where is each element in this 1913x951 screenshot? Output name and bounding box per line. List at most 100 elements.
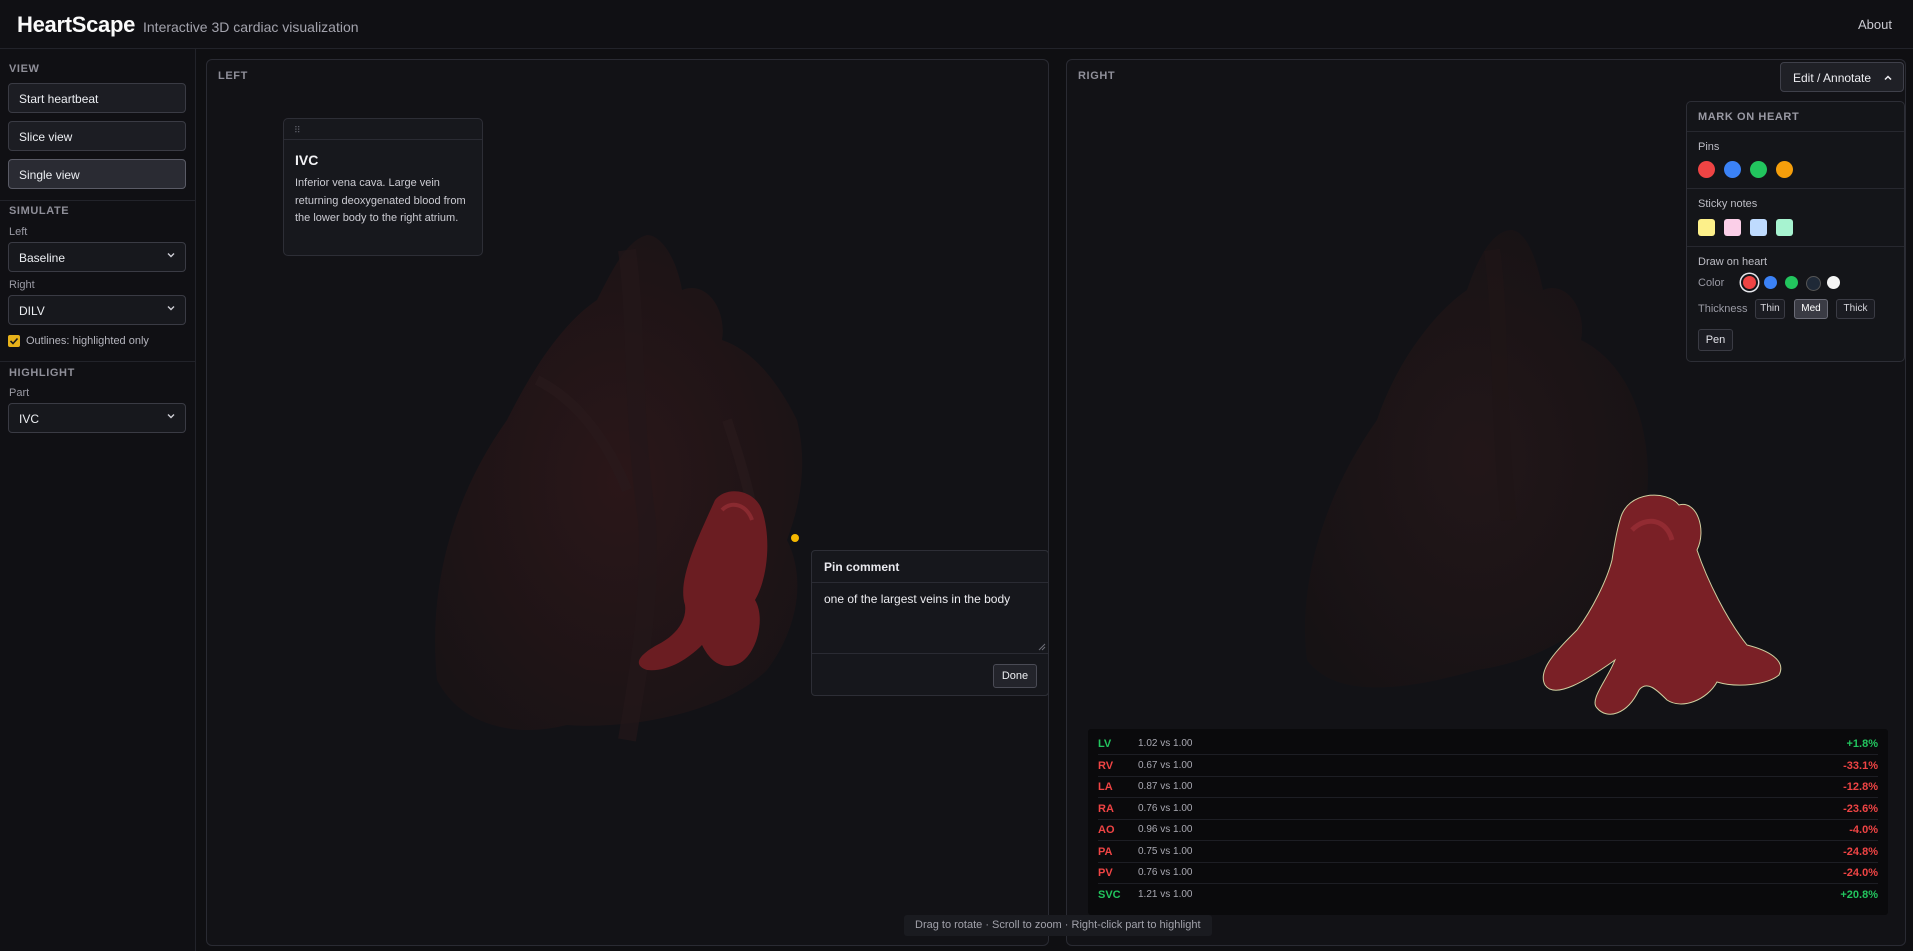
part-value: IVC xyxy=(19,412,40,426)
stats-ratio: 0.96 vs 1.00 xyxy=(1138,824,1193,835)
pin-color-swatch[interactable] xyxy=(1724,161,1741,178)
simulate-section-title: SIMULATE xyxy=(9,205,70,217)
stats-row: PV 0.76 vs 1.00 -24.0% xyxy=(1088,863,1888,884)
pin-comment-title: Pin comment xyxy=(824,560,900,574)
stats-percent: +1.8% xyxy=(1846,738,1879,750)
stats-percent: -4.0% xyxy=(1849,824,1878,836)
left-model-select[interactable]: Baseline xyxy=(8,242,186,272)
annotate-title: MARK ON HEART xyxy=(1698,111,1800,123)
slice-view-button[interactable]: Slice view xyxy=(8,121,186,151)
sticky-note-swatch[interactable] xyxy=(1750,219,1767,236)
edit-annotate-button[interactable]: Edit / Annotate xyxy=(1780,62,1904,92)
left-model-value: Baseline xyxy=(19,251,66,265)
chevron-down-icon xyxy=(167,414,175,419)
controls-hint: Drag to rotate · Scroll to zoom · Right-… xyxy=(904,915,1212,936)
divider xyxy=(1687,246,1904,247)
thickness-thick-button[interactable]: Thick xyxy=(1836,299,1875,319)
pin-color-swatch[interactable] xyxy=(1698,161,1715,178)
outlines-checkbox[interactable] xyxy=(8,335,20,347)
divider xyxy=(812,582,1048,583)
stats-percent: -23.6% xyxy=(1843,802,1878,815)
sticky-notes-label: Sticky notes xyxy=(1698,198,1758,210)
color-label: Color xyxy=(1698,277,1725,289)
check-icon xyxy=(9,337,19,345)
stats-percent: -12.8% xyxy=(1843,781,1878,793)
stats-part-key: AO xyxy=(1098,824,1115,836)
resize-handle-icon[interactable] xyxy=(1038,643,1046,651)
pen-tool-button[interactable]: Pen xyxy=(1698,329,1733,351)
stats-row: AO 0.96 vs 1.00 -4.0% xyxy=(1088,820,1888,841)
draw-color-swatch[interactable] xyxy=(1827,276,1840,289)
stats-part-key: PA xyxy=(1098,845,1113,858)
chevron-down-icon xyxy=(167,253,175,258)
thickness-med-button[interactable]: Med xyxy=(1794,299,1828,319)
divider xyxy=(0,361,195,362)
left-viewport[interactable]: LEFT ⠿ IVC Inferior vena cava. Large vei… xyxy=(206,59,1049,946)
stats-row: PA 0.75 vs 1.00 -24.8% xyxy=(1088,842,1888,863)
stats-part-key: LA xyxy=(1098,781,1113,793)
stats-ratio: 0.75 vs 1.00 xyxy=(1138,845,1193,857)
stats-part-key: PV xyxy=(1098,867,1113,879)
part-select[interactable]: IVC xyxy=(8,403,186,433)
chevron-up-icon xyxy=(1884,75,1892,81)
stats-part-key: SVC xyxy=(1098,888,1121,901)
divider xyxy=(1687,131,1904,132)
stats-ratio: 0.76 vs 1.00 xyxy=(1138,867,1193,878)
divider xyxy=(284,139,482,140)
highlight-section-title: HIGHLIGHT xyxy=(9,367,75,379)
part-info-description: Inferior vena cava. Large vein returning… xyxy=(295,177,466,224)
outlines-label: Outlines: highlighted only xyxy=(26,335,149,347)
thickness-thin-button[interactable]: Thin xyxy=(1755,299,1785,319)
volume-stats-table: LV 1.02 vs 1.00 +1.8% RV 0.67 vs 1.00 -33.1% L… xyxy=(1088,729,1888,915)
pins-label: Pins xyxy=(1698,141,1720,153)
stats-row: SVC 1.21 vs 1.00 +20.8% xyxy=(1088,885,1888,906)
stats-part-key: RV xyxy=(1098,759,1114,772)
part-info-title: IVC xyxy=(295,152,319,168)
chevron-down-icon xyxy=(167,306,175,311)
right-model-select[interactable]: DILV xyxy=(8,295,186,325)
app-tagline: Interactive 3D cardiac visualization xyxy=(143,19,359,35)
right-model-value: DILV xyxy=(19,304,45,318)
stats-row: RA 0.76 vs 1.00 -23.6% xyxy=(1088,799,1888,820)
left-model-label: Left xyxy=(9,226,28,238)
done-button[interactable]: Done xyxy=(993,664,1037,688)
divider xyxy=(812,653,1048,654)
draw-on-heart-label: Draw on heart xyxy=(1698,256,1768,268)
single-view-button[interactable]: Single view xyxy=(8,159,186,189)
app-header: HeartScape Interactive 3D cardiac visual… xyxy=(0,0,1913,49)
pin-comment-textarea[interactable]: one of the largest veins in the body xyxy=(824,592,1038,642)
sticky-note-swatch[interactable] xyxy=(1776,219,1793,236)
view-section-title: VIEW xyxy=(9,63,40,75)
edit-annotate-label: Edit / Annotate xyxy=(1793,71,1872,85)
draw-color-swatch[interactable] xyxy=(1785,276,1798,289)
stats-row: LV 1.02 vs 1.00 +1.8% xyxy=(1088,734,1888,755)
draw-color-swatch[interactable] xyxy=(1764,276,1777,289)
pin-marker[interactable] xyxy=(791,534,799,542)
stats-percent: -33.1% xyxy=(1843,759,1878,772)
drag-handle-icon[interactable]: ⠿ xyxy=(294,125,302,136)
annotate-panel: MARK ON HEART Pins Sticky notes Draw on … xyxy=(1686,101,1905,362)
draw-color-swatch[interactable] xyxy=(1743,276,1756,289)
part-info-card: ⠿ IVC Inferior vena cava. Large vein ret… xyxy=(283,118,483,256)
stats-percent: -24.8% xyxy=(1843,845,1878,858)
thickness-label: Thickness xyxy=(1698,303,1748,315)
sticky-note-swatch[interactable] xyxy=(1698,219,1715,236)
pin-comment-popup: Pin comment one of the largest veins in … xyxy=(811,550,1049,696)
stats-ratio: 1.02 vs 1.00 xyxy=(1138,738,1193,749)
right-model-label: Right xyxy=(9,279,35,291)
draw-color-swatch[interactable] xyxy=(1806,276,1821,291)
stats-ratio: 0.67 vs 1.00 xyxy=(1138,759,1193,771)
pin-color-swatch[interactable] xyxy=(1750,161,1767,178)
app-title: HeartScape xyxy=(17,12,136,37)
stats-ratio: 1.21 vs 1.00 xyxy=(1138,888,1193,900)
stats-row: LA 0.87 vs 1.00 -12.8% xyxy=(1088,777,1888,798)
stats-percent: -24.0% xyxy=(1843,867,1878,879)
start-heartbeat-button[interactable]: Start heartbeat xyxy=(8,83,186,113)
sidebar: VIEW Start heartbeat Slice view Single v… xyxy=(0,49,196,951)
divider xyxy=(0,200,195,201)
stats-row: RV 0.67 vs 1.00 -33.1% xyxy=(1088,756,1888,777)
about-link[interactable]: About xyxy=(1858,17,1892,32)
sticky-note-swatch[interactable] xyxy=(1724,219,1741,236)
stats-ratio: 0.87 vs 1.00 xyxy=(1138,781,1193,792)
pin-color-swatch[interactable] xyxy=(1776,161,1793,178)
